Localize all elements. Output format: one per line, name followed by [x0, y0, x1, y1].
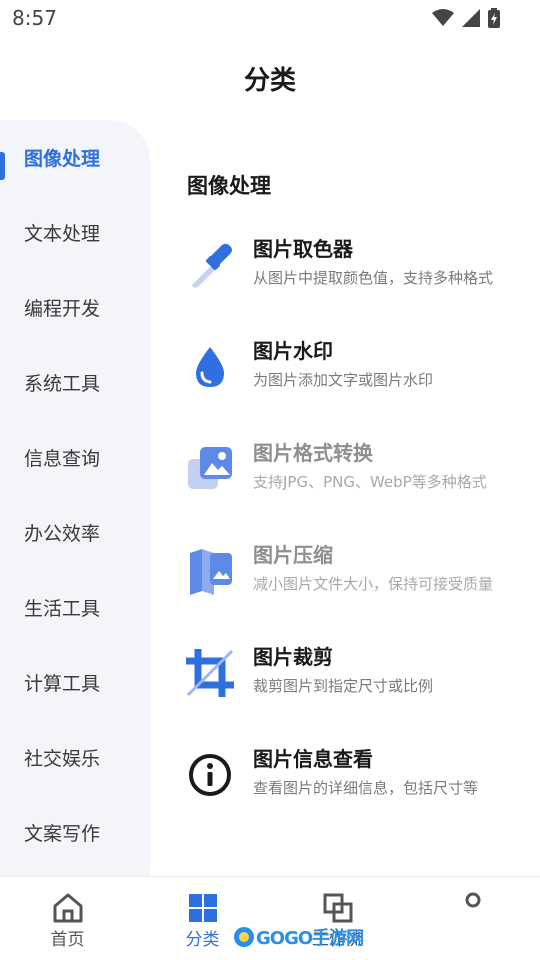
tool-desc: 减小图片文件大小，保持可接受质量 — [253, 575, 494, 593]
tool-item-color-picker[interactable]: 图片取色器 从图片中提取颜色值，支持多种格式 — [180, 233, 510, 323]
profile-icon — [465, 892, 480, 908]
map-image-icon — [190, 549, 232, 595]
sidebar-item-calc[interactable]: 计算工具 — [0, 653, 150, 713]
tool-desc: 支持JPG、PNG、WebP等多种格式 — [253, 473, 487, 491]
grid-icon — [188, 894, 217, 922]
wifi-icon — [432, 9, 454, 26]
watermark-text: GOGO手游网 — [256, 928, 364, 949]
sidebar-item-label: 计算工具 — [24, 673, 101, 695]
sidebar-item-info[interactable]: 信息查询 — [0, 428, 150, 488]
sidebar-item-label: 文本处理 — [24, 223, 101, 245]
status-bar: 8:57 — [0, 0, 540, 36]
info-icon — [189, 754, 231, 796]
sidebar-item-dev[interactable]: 编程开发 — [0, 278, 150, 338]
sidebar-item-label: 社交娱乐 — [24, 748, 101, 770]
sidebar-item-label: 图像处理 — [24, 148, 101, 170]
status-icons — [432, 8, 500, 28]
tool-title: 图片取色器 — [253, 237, 353, 261]
tool-title: 图片裁剪 — [253, 645, 333, 669]
home-icon — [53, 893, 82, 923]
nav-item-profile[interactable] — [405, 877, 540, 960]
section-title: 图像处理 — [187, 174, 271, 198]
sidebar-item-label: 办公效率 — [24, 523, 101, 545]
sidebar-item-label: 信息查询 — [24, 448, 101, 470]
status-time: 8:57 — [12, 6, 57, 30]
category-sidebar: 图像处理 文本处理 编程开发 系统工具 信息查询 办公效率 生活工具 计算工具 … — [0, 120, 150, 876]
sidebar-item-life[interactable]: 生活工具 — [0, 578, 150, 638]
tool-title: 图片水印 — [253, 339, 333, 363]
sidebar-item-system[interactable]: 系统工具 — [0, 353, 150, 413]
sidebar-item-social[interactable]: 社交娱乐 — [0, 728, 150, 788]
sidebar-item-label: 生活工具 — [24, 598, 101, 620]
images-icon — [188, 447, 232, 489]
tool-desc: 从图片中提取颜色值，支持多种格式 — [253, 269, 494, 287]
sidebar-item-office[interactable]: 办公效率 — [0, 503, 150, 563]
tool-desc: 裁剪图片到指定尺寸或比例 — [253, 677, 434, 695]
sidebar-item-label: 文案写作 — [24, 823, 101, 845]
tool-title: 图片压缩 — [253, 543, 333, 567]
sidebar-item-image[interactable]: 图像处理 — [0, 128, 150, 188]
battery-icon — [488, 8, 500, 28]
sidebar-item-writing[interactable]: 文案写作 — [0, 803, 150, 863]
color-picker-icon — [192, 243, 232, 288]
sidebar-item-label: 系统工具 — [24, 373, 101, 395]
water-drop-icon — [196, 347, 224, 387]
tool-item-format-convert[interactable]: 图片格式转换 支持JPG、PNG、WebP等多种格式 — [180, 437, 510, 527]
tool-desc: 查看图片的详细信息，包括尺寸等 — [253, 779, 479, 797]
sidebar-item-text[interactable]: 文本处理 — [0, 203, 150, 263]
signal-icon — [462, 9, 480, 27]
crop-icon — [186, 649, 234, 697]
active-indicator — [0, 152, 5, 180]
watermark-logo-icon — [234, 927, 254, 947]
site-watermark: GOGO手游网 — [232, 922, 364, 952]
sidebar-item-label: 编程开发 — [24, 298, 101, 320]
tool-item-crop[interactable]: 图片裁剪 裁剪图片到指定尺寸或比例 — [180, 641, 510, 731]
tool-title: 图片信息查看 — [253, 747, 373, 771]
workflow-icon — [323, 893, 352, 923]
tool-title: 图片格式转换 — [253, 441, 373, 465]
nav-label: 首页 — [50, 930, 85, 950]
page-title: 分类 — [243, 66, 296, 96]
tool-desc: 为图片添加文字或图片水印 — [253, 371, 434, 389]
tool-item-watermark[interactable]: 图片水印 为图片添加文字或图片水印 — [180, 335, 510, 425]
nav-item-home[interactable]: 首页 — [0, 877, 135, 960]
tool-item-image-info[interactable]: 图片信息查看 查看图片的详细信息，包括尺寸等 — [180, 743, 510, 833]
tool-item-compress[interactable]: 图片压缩 减小图片文件大小，保持可接受质量 — [180, 539, 510, 629]
